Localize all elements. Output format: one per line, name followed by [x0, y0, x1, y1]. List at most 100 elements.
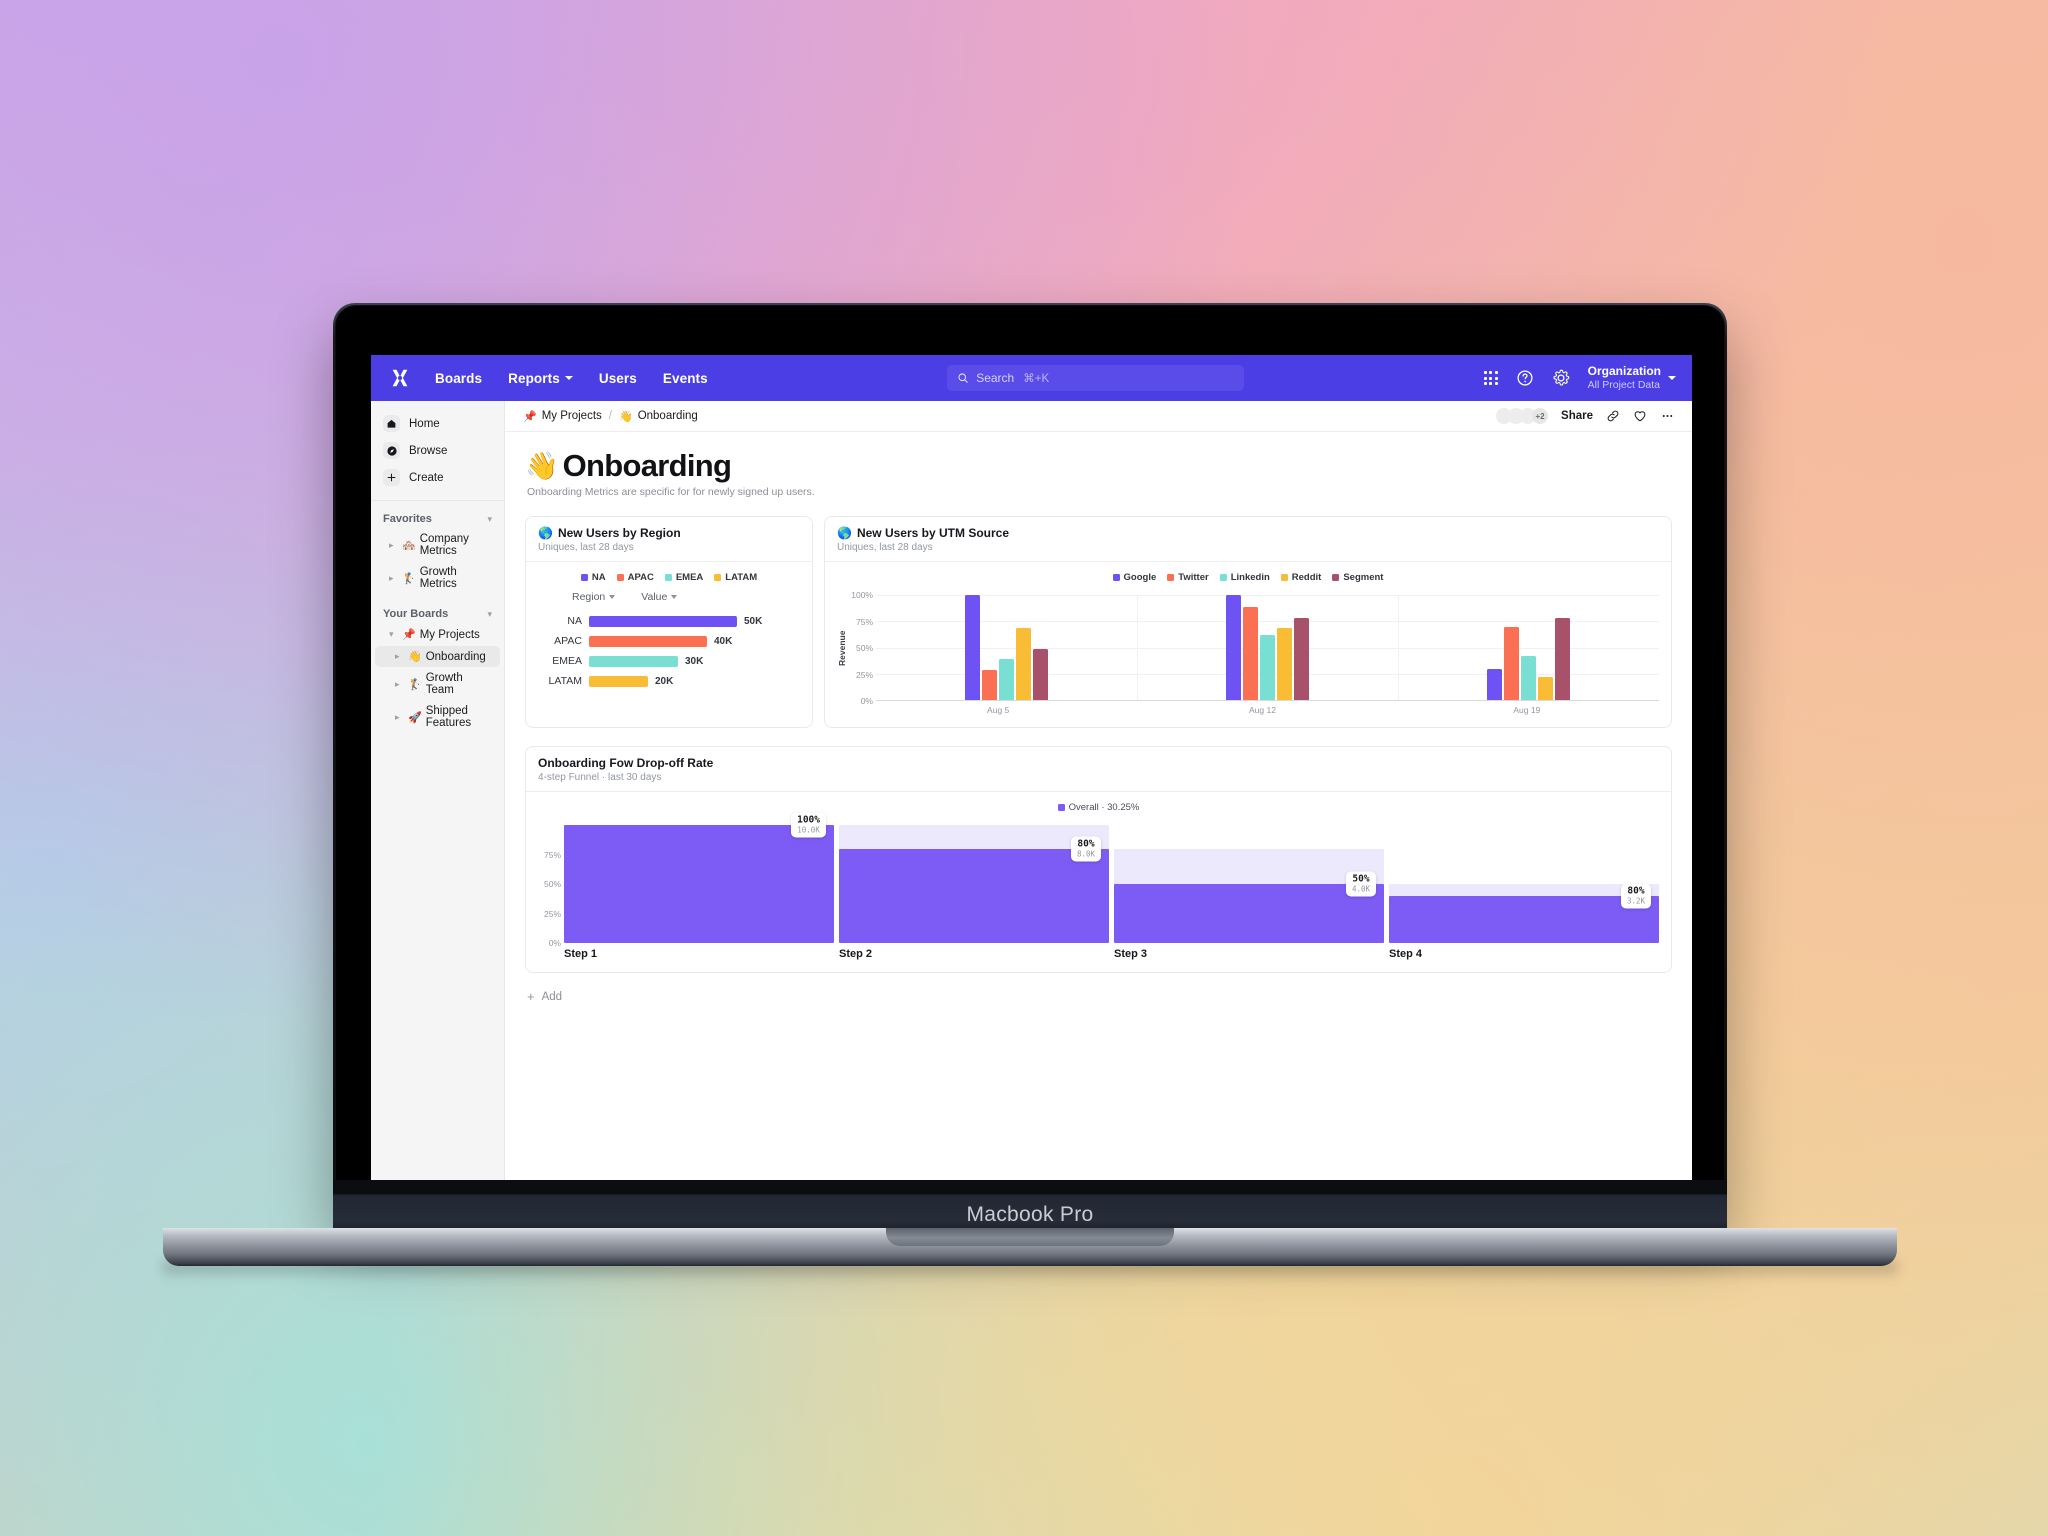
- bar-category-label: NA: [567, 615, 582, 627]
- breadcrumb-parent-emoji: 📌: [523, 410, 537, 423]
- legend-item[interactable]: Linkedin: [1219, 572, 1270, 583]
- y-tick: 100%: [851, 590, 873, 600]
- y-tick: 50%: [543, 879, 561, 889]
- funnel-step-3[interactable]: 50% 4.0K: [1114, 825, 1384, 943]
- funnel-badge-pct: 100%: [797, 814, 820, 826]
- card-new-users-by-utm-source: 🌎 New Users by UTM Source Uniques, last …: [824, 516, 1672, 728]
- nav-link-events[interactable]: Events: [663, 371, 708, 386]
- top-navigation-bar: Boards Reports Users Events Search ⌘+K O…: [371, 355, 1692, 401]
- board-emoji: 🚀: [408, 711, 422, 724]
- laptop-mockup: Boards Reports Users Events Search ⌘+K O…: [0, 0, 2048, 1536]
- nav-link-boards[interactable]: Boards: [435, 371, 482, 386]
- column-header-value[interactable]: Value: [641, 591, 678, 603]
- nav-link-label: Events: [662, 370, 708, 386]
- bar-linkedin: [1260, 634, 1275, 700]
- legend-item[interactable]: Segment: [1332, 572, 1383, 583]
- gear-icon[interactable]: [1552, 369, 1570, 387]
- funnel-badge-value: 10.0K: [797, 825, 820, 835]
- sidebar-item-onboarding[interactable]: ▸ 👋 Onboarding: [375, 646, 500, 667]
- organization-switcher[interactable]: Organization All Project Data: [1588, 364, 1676, 392]
- search-shortcut: ⌘+K: [1023, 373, 1050, 385]
- card-new-users-by-region: 🌎 New Users by Region Uniques, last 28 d…: [525, 516, 813, 728]
- nav-link-reports[interactable]: Reports: [508, 371, 573, 386]
- card-header: 🌎 New Users by UTM Source Uniques, last …: [825, 517, 1671, 562]
- avatar-group[interactable]: +2: [1496, 408, 1549, 424]
- legend-label: EMEA: [675, 572, 704, 583]
- sidebar-item-growth-team[interactable]: ▸ 🏌️ Growth Team: [375, 668, 500, 700]
- legend-item[interactable]: Google: [1112, 572, 1157, 583]
- breadcrumb-current[interactable]: Onboarding: [638, 410, 698, 422]
- chevron-down-icon: ▾: [389, 629, 394, 639]
- share-button[interactable]: Share: [1561, 410, 1593, 422]
- column-header-label: Region: [572, 591, 606, 603]
- globe-icon: 🌎: [837, 526, 852, 540]
- legend-item[interactable]: EMEA: [664, 572, 704, 583]
- x-tick: Step 3: [1114, 948, 1148, 960]
- heart-icon[interactable]: [1633, 409, 1647, 423]
- home-icon: [383, 415, 400, 432]
- sidebar-item-create[interactable]: Create: [371, 464, 504, 491]
- card-onboarding-drop-off: Onboarding Fow Drop-off Rate 4-step Funn…: [525, 746, 1672, 973]
- nav-link-users[interactable]: Users: [599, 371, 637, 386]
- grid-apps-icon[interactable]: [1483, 371, 1498, 385]
- table-row: APAC 40K: [538, 635, 800, 647]
- y-tick: 25%: [855, 669, 873, 680]
- sidebar-section-your-boards[interactable]: Your Boards ▾: [371, 602, 504, 623]
- bar-segment: [1294, 618, 1309, 700]
- bar-group-aug-12: [1137, 595, 1398, 700]
- link-icon[interactable]: [1606, 409, 1620, 423]
- funnel-badge: 80% 3.2K: [1620, 883, 1651, 909]
- x-tick: Aug 5: [987, 705, 1010, 715]
- x-tick: Aug 12: [1249, 705, 1276, 715]
- bar-twitter: [1243, 606, 1258, 700]
- sidebar-item-growth-metrics[interactable]: ▸ 🏌️ Growth Metrics: [375, 562, 500, 594]
- legend-label: Segment: [1343, 572, 1384, 583]
- content-scroll-area[interactable]: 👋 Onboarding Onboarding Metrics are spec…: [505, 432, 1692, 1180]
- legend-item[interactable]: Reddit: [1280, 572, 1321, 583]
- legend-swatch: [1112, 574, 1120, 581]
- funnel-fill: [564, 825, 834, 943]
- funnel-step-4[interactable]: 80% 3.2K: [1389, 825, 1659, 943]
- legend-item[interactable]: APAC: [616, 572, 654, 583]
- card-body: Google Twitter Linkedin Reddit Segment R…: [825, 562, 1671, 727]
- funnel-step-1[interactable]: 100% 10.0K: [564, 812, 834, 943]
- add-widget-button[interactable]: + Add: [525, 989, 1672, 1004]
- sidebar-item-shipped-features[interactable]: ▸ 🚀 Shipped Features: [375, 701, 500, 733]
- ellipsis-icon[interactable]: [1660, 409, 1675, 423]
- legend-item[interactable]: LATAM: [714, 572, 757, 583]
- bar-twitter: [982, 669, 997, 700]
- bar: [589, 615, 737, 627]
- legend-item[interactable]: Overall · 30.25%: [1057, 802, 1139, 813]
- nav-link-label: Boards: [435, 370, 483, 386]
- legend-label: Google: [1123, 572, 1157, 583]
- sidebar-item-browse[interactable]: Browse: [371, 437, 504, 464]
- sidebar-item-home[interactable]: Home: [371, 410, 504, 437]
- legend-label: LATAM: [725, 572, 758, 583]
- sidebar-item-company-metrics[interactable]: ▸ 🏘️ Company Metrics: [375, 529, 500, 561]
- legend-swatch: [1280, 574, 1288, 581]
- bar: [589, 675, 648, 687]
- legend-item[interactable]: Twitter: [1167, 572, 1209, 583]
- organization-scope: All Project Data: [1587, 378, 1661, 391]
- search-input[interactable]: Search ⌘+K: [947, 365, 1245, 391]
- x-tick: Step 4: [1389, 948, 1423, 960]
- x-logo-icon[interactable]: [387, 365, 413, 391]
- plot-area: [876, 595, 1659, 701]
- device-label: Macbook Pro: [966, 1203, 1094, 1226]
- column-header-region[interactable]: Region: [572, 591, 616, 603]
- y-axis-label: Revenue: [837, 630, 847, 666]
- funnel-step-2[interactable]: 80% 8.0K: [839, 825, 1109, 943]
- sidebar-item-label: Growth Metrics: [419, 566, 457, 590]
- page-subtitle: Onboarding Metrics are specific for for …: [527, 486, 815, 498]
- card-subtitle: 4-step Funnel · last 30 days: [538, 772, 662, 783]
- y-tick: 0%: [860, 696, 873, 706]
- card-body: NA APAC EMEA LATAM Region Value NA 50K A…: [526, 562, 812, 699]
- y-tick: 75%: [855, 616, 873, 627]
- y-axis-ticks: 0% 25% 50% 75%: [538, 825, 564, 949]
- legend-label: Twitter: [1178, 572, 1209, 583]
- sidebar-item-my-projects[interactable]: ▾ 📌 My Projects: [375, 624, 500, 645]
- breadcrumb-parent[interactable]: My Projects: [542, 410, 602, 422]
- sidebar-section-favorites[interactable]: Favorites ▾: [371, 507, 504, 528]
- legend-item[interactable]: NA: [580, 572, 606, 583]
- question-circle-icon[interactable]: [1516, 369, 1534, 387]
